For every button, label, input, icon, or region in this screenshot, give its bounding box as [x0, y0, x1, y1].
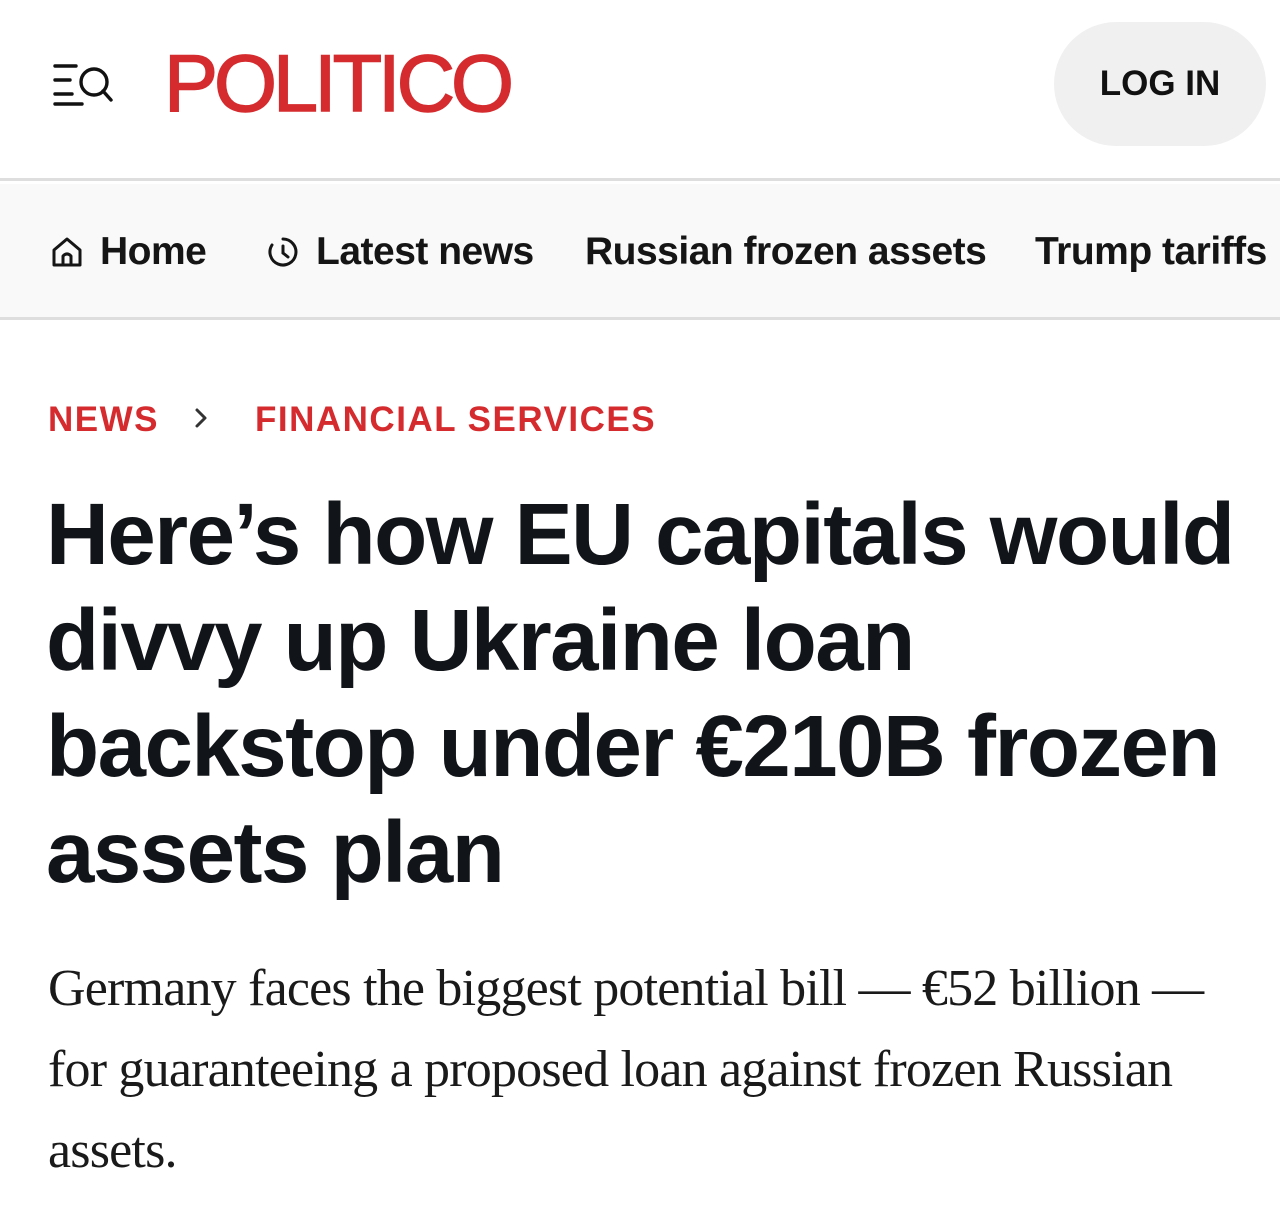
clock-icon [266, 235, 300, 269]
nav-item-label: Home [100, 230, 207, 273]
login-button[interactable]: LOG IN [1054, 22, 1266, 146]
section-nav: Home Latest news Russian frozen assets T… [0, 184, 1280, 320]
politico-logo[interactable]: POLITICO [163, 43, 515, 126]
breadcrumb-news[interactable]: NEWS [48, 400, 159, 440]
home-icon [50, 235, 84, 269]
nav-item-label: Trump tariffs [1035, 230, 1267, 273]
nav-item-home[interactable]: Home [50, 184, 207, 317]
breadcrumb: NEWS FINANCIAL SERVICES [48, 396, 656, 444]
nav-item-trump-tariffs[interactable]: Trump tariffs [1035, 184, 1267, 317]
chevron-right-icon [183, 396, 233, 444]
article-dek: Germany faces the biggest potential bill… [48, 960, 1204, 1179]
breadcrumb-financial-services[interactable]: FINANCIAL SERVICES [255, 400, 656, 440]
menu-search-icon[interactable] [52, 60, 114, 106]
nav-item-russian-frozen-assets[interactable]: Russian frozen assets [585, 184, 987, 317]
nav-item-label: Russian frozen assets [585, 230, 987, 273]
nav-item-label: Latest news [316, 230, 534, 273]
nav-item-latest-news[interactable]: Latest news [266, 184, 534, 317]
article-headline: Here’s how EU capitals would divvy up Uk… [46, 486, 1235, 901]
site-header: POLITICO LOG IN [0, 0, 1280, 181]
